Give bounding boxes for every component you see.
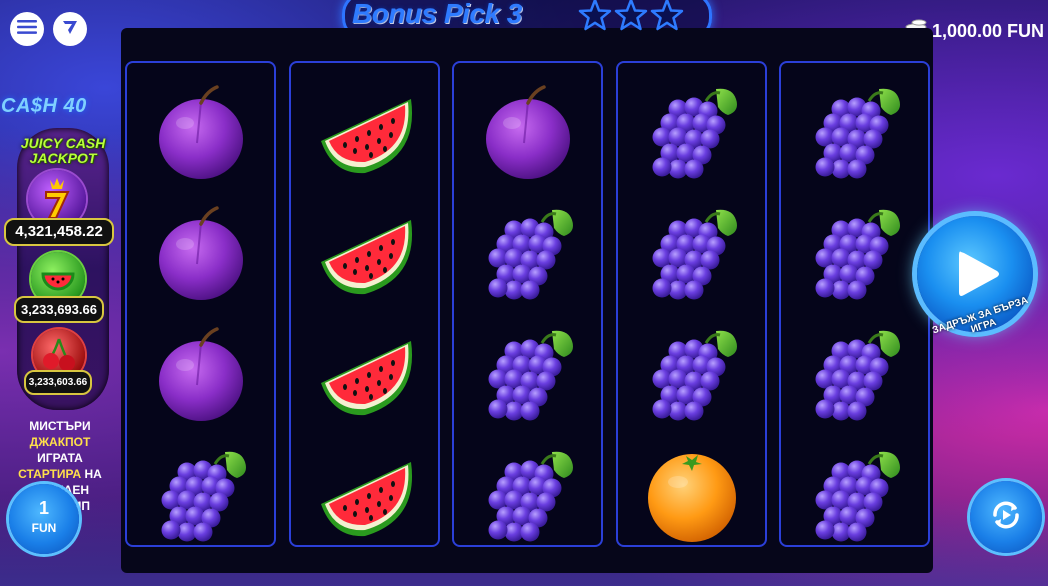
watermelon-icon <box>315 325 415 425</box>
reel-1 <box>125 61 276 547</box>
grapes-icon <box>805 83 905 183</box>
watermelon-icon <box>315 204 415 304</box>
jackpot-title: JUICY CASH JACKPOT <box>3 136 123 166</box>
title-star-icon <box>614 0 648 32</box>
grapes-icon <box>642 83 742 183</box>
reel-3 <box>452 61 603 547</box>
jackpot-title-line2: JACKPOT <box>29 150 97 166</box>
mystery-text-a: МИСТЪРИ <box>29 419 91 433</box>
plum-icon <box>151 325 251 425</box>
jackpot-value-2: 3,233,693.66 <box>14 296 104 323</box>
balance-value: 1,000.00 FUN <box>931 21 1044 41</box>
bet-value: 1 <box>38 498 49 518</box>
brand-button[interactable] <box>53 12 87 46</box>
brand-logo-icon <box>60 17 80 42</box>
mystery-text-c: ИГРАТА <box>37 451 83 465</box>
plum-icon <box>151 204 251 304</box>
reel-2 <box>288 61 440 547</box>
grapes-icon <box>805 204 905 304</box>
bet-button[interactable]: 1 FUN <box>9 484 79 554</box>
mystery-text-b: ДЖАКПОТ <box>29 435 91 449</box>
mystery-text-d: СТАРТИРА <box>18 467 82 481</box>
reel-5 <box>779 61 930 547</box>
hamburger-menu-icon <box>17 19 37 40</box>
play-icon <box>955 248 1001 305</box>
bet-unit: FUN <box>31 521 57 535</box>
watermelon-icon <box>315 83 415 183</box>
game-title: Bonus Pick 3 <box>352 0 522 29</box>
jackpot-value-1: 4,321,458.22 <box>4 218 114 246</box>
grapes-icon <box>805 325 905 425</box>
game-name: CA$H 40 <box>1 95 87 117</box>
title-star-icon <box>578 0 612 32</box>
mystery-text-e: НА <box>81 467 102 481</box>
grapes-icon <box>805 446 905 546</box>
plum-icon <box>151 83 251 183</box>
grapes-icon <box>478 325 578 425</box>
grapes-icon <box>478 446 578 546</box>
reels-area <box>121 28 933 573</box>
jackpot-value-3: 3,233,603.66 <box>24 370 92 395</box>
plum-icon <box>478 83 578 183</box>
grapes-icon <box>642 325 742 425</box>
grapes-icon <box>642 204 742 304</box>
orange-icon <box>642 446 742 546</box>
title-star-icon <box>650 0 684 32</box>
watermelon-icon <box>315 446 415 546</box>
autoplay-icon <box>987 496 1025 539</box>
reel-4 <box>615 61 767 547</box>
jackpot-title-line1: JUICY CASH <box>20 135 106 151</box>
autoplay-button[interactable] <box>970 481 1042 553</box>
grapes-icon <box>151 446 251 546</box>
menu-button[interactable] <box>10 12 44 46</box>
grapes-icon <box>478 204 578 304</box>
